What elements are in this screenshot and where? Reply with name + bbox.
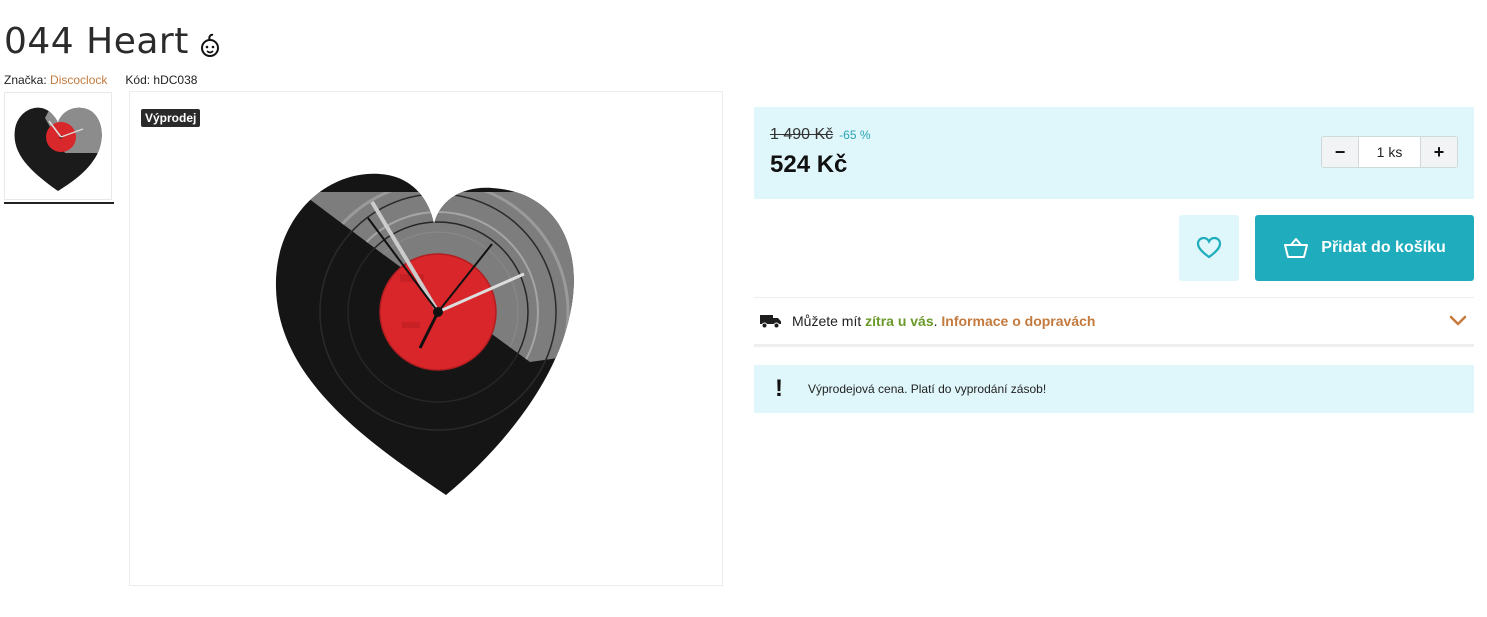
exclamation-icon: ! [775,375,783,402]
quantity-stepper: − + [1321,136,1458,168]
old-price: 1 490 Kč [770,126,834,143]
add-to-cart-label: Přidat do košíku [1321,239,1446,256]
sale-notice-text: Výprodejová cena. Platí do vyprodání zás… [808,382,1047,396]
thumbnail-active-indicator [4,202,114,204]
heart-vinyl-clock-image [275,173,574,495]
delivery-info[interactable]: Můžete mít zítra u vás. Informace o dopr… [754,297,1474,347]
sale-badge: Výprodej [141,109,201,127]
current-price: 524 Kč [770,151,848,178]
delivery-text: Můžete mít zítra u vás. Informace o dopr… [792,313,1095,329]
heart-clock-thumbnail-image [14,107,102,191]
quantity-increase-button[interactable]: + [1421,137,1457,167]
sale-notice: ! Výprodejová cena. Platí do vyprodání z… [754,365,1474,413]
title-row: 044 Heart [4,18,221,66]
chevron-down-icon[interactable] [1448,311,1468,331]
add-to-wishlist-button[interactable] [1179,215,1239,281]
brand-info: Značka: Discoclock [4,73,107,87]
truck-icon [760,315,781,329]
brand-label: Značka: [4,73,47,87]
quantity-input[interactable] [1358,137,1421,167]
code-info: Kód: hDC038 [125,73,197,87]
add-to-cart-button[interactable]: Přidat do košíku [1255,215,1474,281]
baby-face-icon [200,33,219,57]
old-price-row: 1 490 Kč -65 % [770,126,871,144]
page-title: 044 Heart [4,21,189,62]
product-meta: Značka: Discoclock Kód: hDC038 [4,73,197,87]
price-box: 1 490 Kč -65 % 524 Kč − + [754,107,1474,199]
brand-link[interactable]: Discoclock [50,73,107,87]
discount-percent: -65 % [839,128,871,142]
heart-outline-icon [1196,236,1222,259]
code-value: hDC038 [153,73,198,87]
delivery-text-start: Můžete mít [792,313,866,329]
delivery-info-link[interactable]: Informace o dopravách [941,313,1095,329]
product-thumbnail[interactable] [4,92,112,200]
quantity-decrease-button[interactable]: − [1322,137,1358,167]
main-product-image[interactable]: Výprodej [129,91,723,586]
delivery-highlight: zítra u vás [865,313,934,329]
code-label: Kód: [125,73,151,87]
basket-icon [1284,238,1309,258]
